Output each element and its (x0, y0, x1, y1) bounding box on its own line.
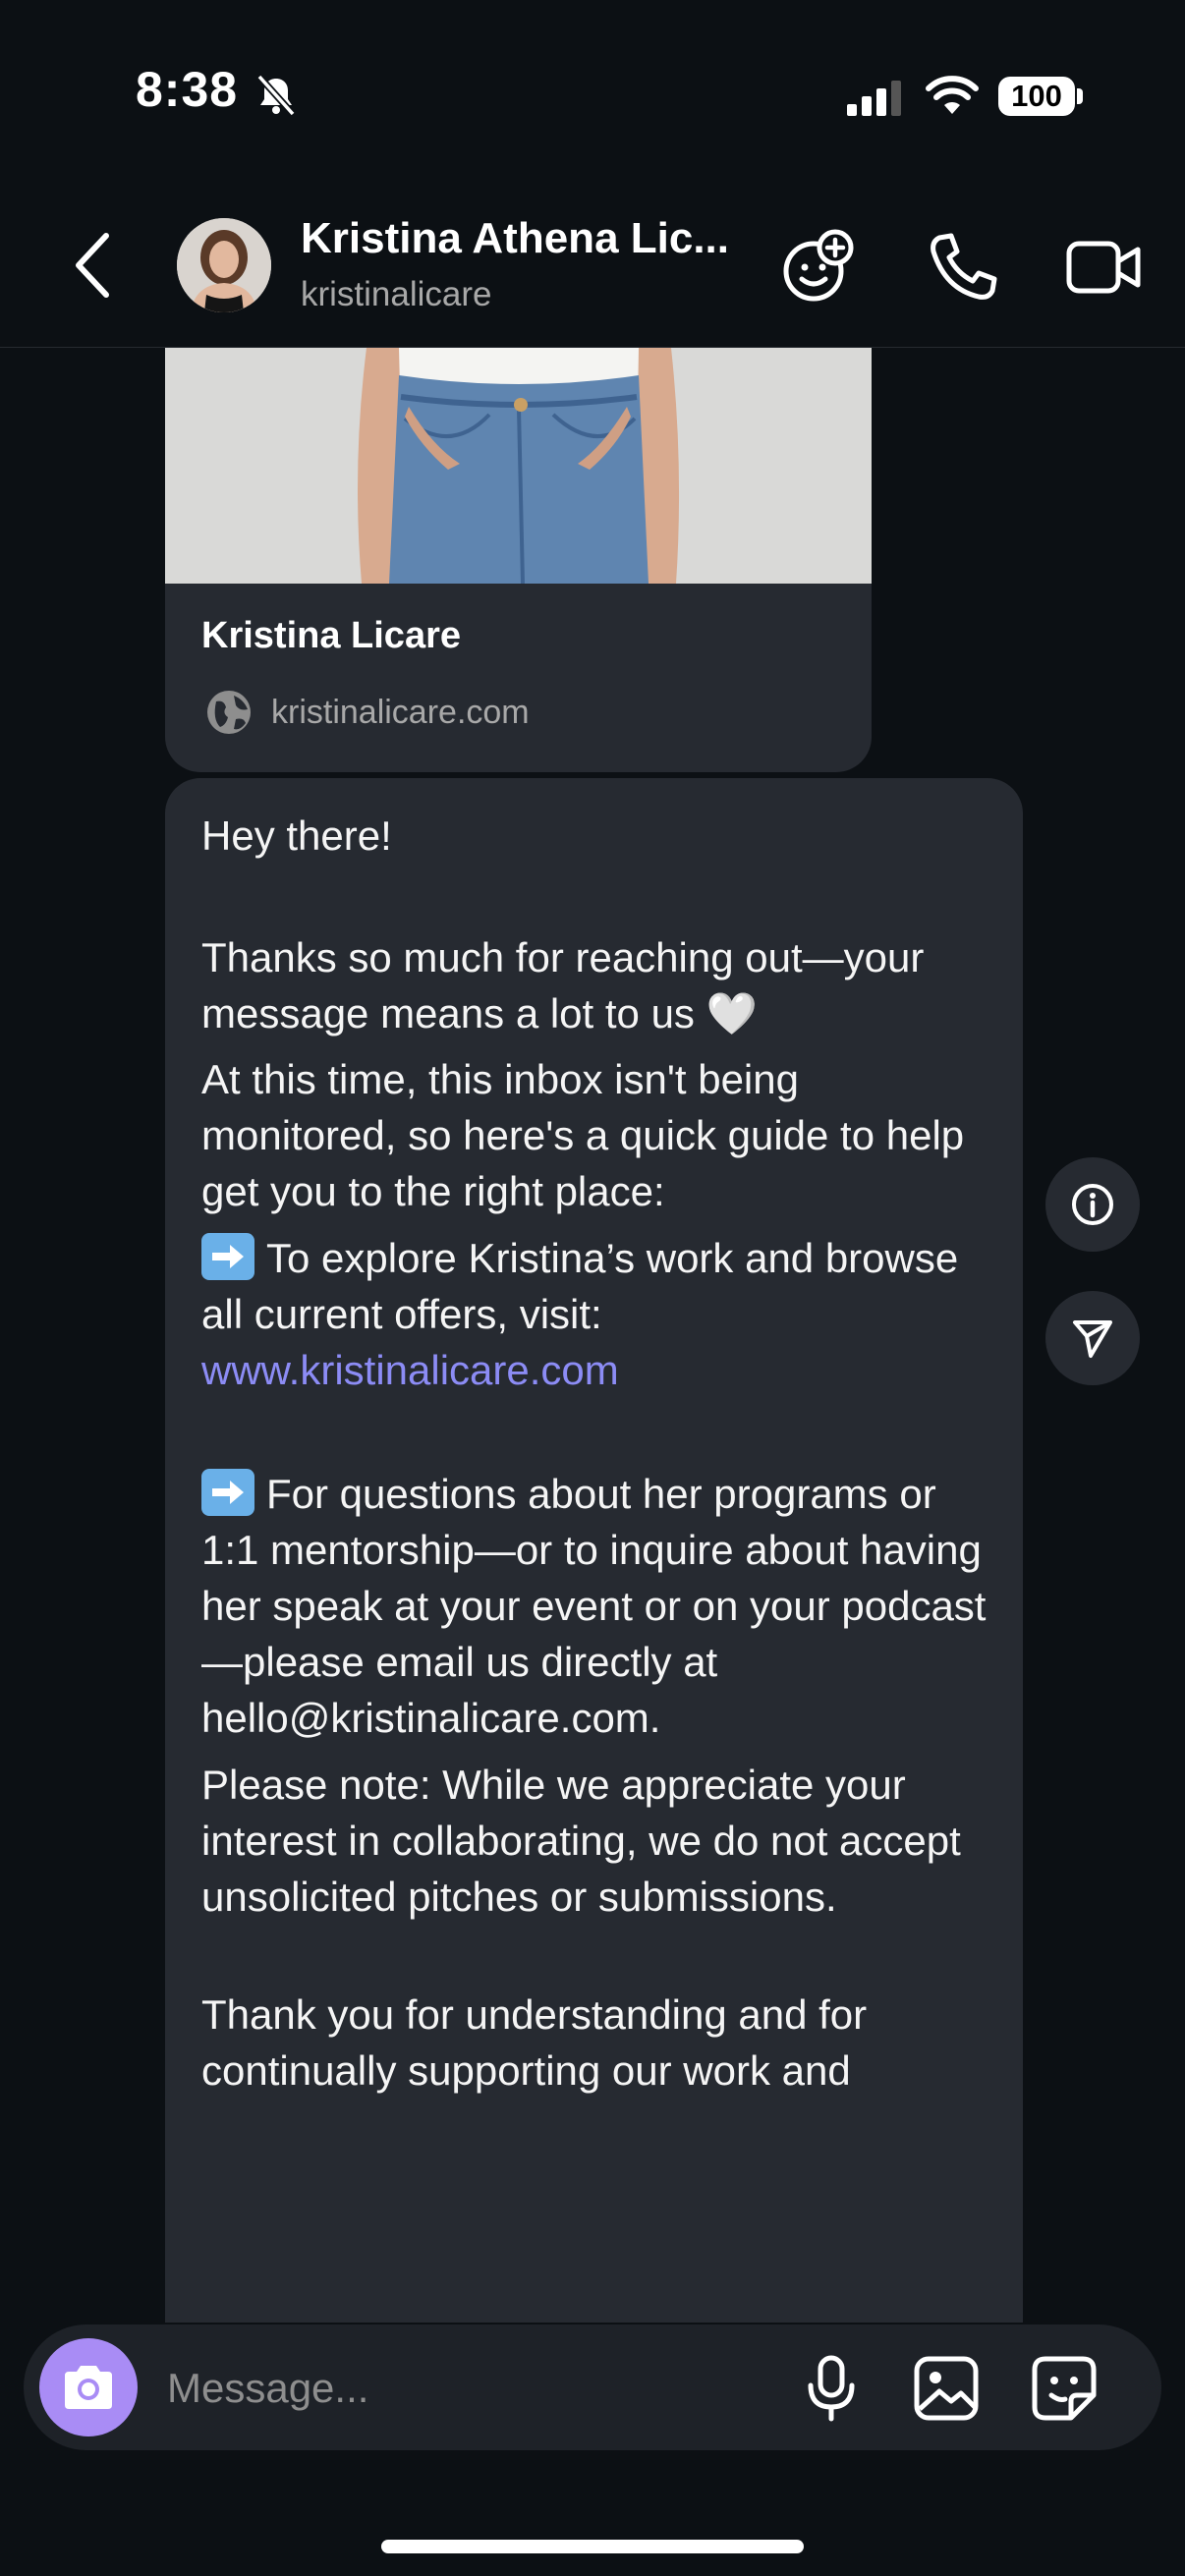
link-card-domain: kristinalicare.com (271, 694, 530, 731)
questions-text: For questions about her programs or 1:1 … (201, 1471, 987, 1741)
link-card-title: Kristina Licare (201, 615, 461, 656)
message-greeting: Hey there! (201, 812, 392, 859)
contact-handle[interactable]: kristinalicare (301, 275, 492, 314)
message-thanks: Thanks so much for reaching out—your mes… (201, 934, 925, 1036)
sticker-icon[interactable] (1030, 2354, 1099, 2423)
gallery-icon[interactable] (912, 2354, 981, 2423)
arrow-right-emoji (201, 1233, 254, 1280)
arrow-right-emoji (201, 1469, 254, 1516)
avatar[interactable] (177, 218, 271, 312)
add-reaction-icon[interactable] (778, 228, 857, 307)
message-composer (24, 2324, 1161, 2450)
explore-text: To explore Kristina’s work and browse al… (201, 1235, 959, 1337)
message-closing: Thank you for understanding and for cont… (201, 1991, 868, 2094)
contact-name[interactable]: Kristina Athena Lic... (301, 214, 729, 263)
status-time: 8:38 (136, 62, 239, 117)
message-inbox-note: At this time, this inbox isn't being mon… (201, 1056, 965, 1214)
info-icon (1072, 1184, 1113, 1225)
status-bar: 8:38 100 (0, 0, 1185, 187)
chat-header: Kristina Athena Lic... kristinalicare (0, 187, 1185, 348)
website-link[interactable]: www.kristinalicare.com (201, 1347, 619, 1393)
link-preview-image (165, 348, 872, 584)
wifi-icon (926, 76, 979, 114)
avatar-image (177, 218, 271, 312)
battery-indicator: 100 (998, 77, 1075, 116)
share-message-button[interactable] (1045, 1291, 1140, 1385)
message-bubble[interactable]: Hey there! Thanks so much for reaching o… (165, 778, 1023, 2323)
battery-tip (1077, 88, 1083, 104)
video-icon[interactable] (1063, 228, 1146, 307)
message-input[interactable] (165, 2358, 759, 2419)
chat-thread[interactable]: Kristina Licare kristinalicare.com Hey t… (0, 348, 1185, 2323)
message-explore: To explore Kristina’s work and browse al… (201, 1230, 997, 1398)
microphone-icon[interactable] (802, 2354, 861, 2423)
back-icon[interactable] (59, 226, 128, 305)
camera-icon (65, 2366, 112, 2409)
signal-icon (847, 81, 901, 116)
send-icon (1073, 1320, 1112, 1358)
message-info-button[interactable] (1045, 1157, 1140, 1252)
globe-icon (207, 691, 251, 734)
message-questions: For questions about her programs or 1:1 … (201, 1466, 997, 1746)
camera-button[interactable] (39, 2338, 138, 2436)
home-indicator (381, 2540, 804, 2553)
phone-icon[interactable] (924, 228, 1002, 307)
bell-slash-icon (256, 74, 296, 117)
link-preview-card[interactable]: Kristina Licare kristinalicare.com (165, 348, 872, 772)
message-note: Please note: While we appreciate your in… (201, 1762, 961, 1920)
